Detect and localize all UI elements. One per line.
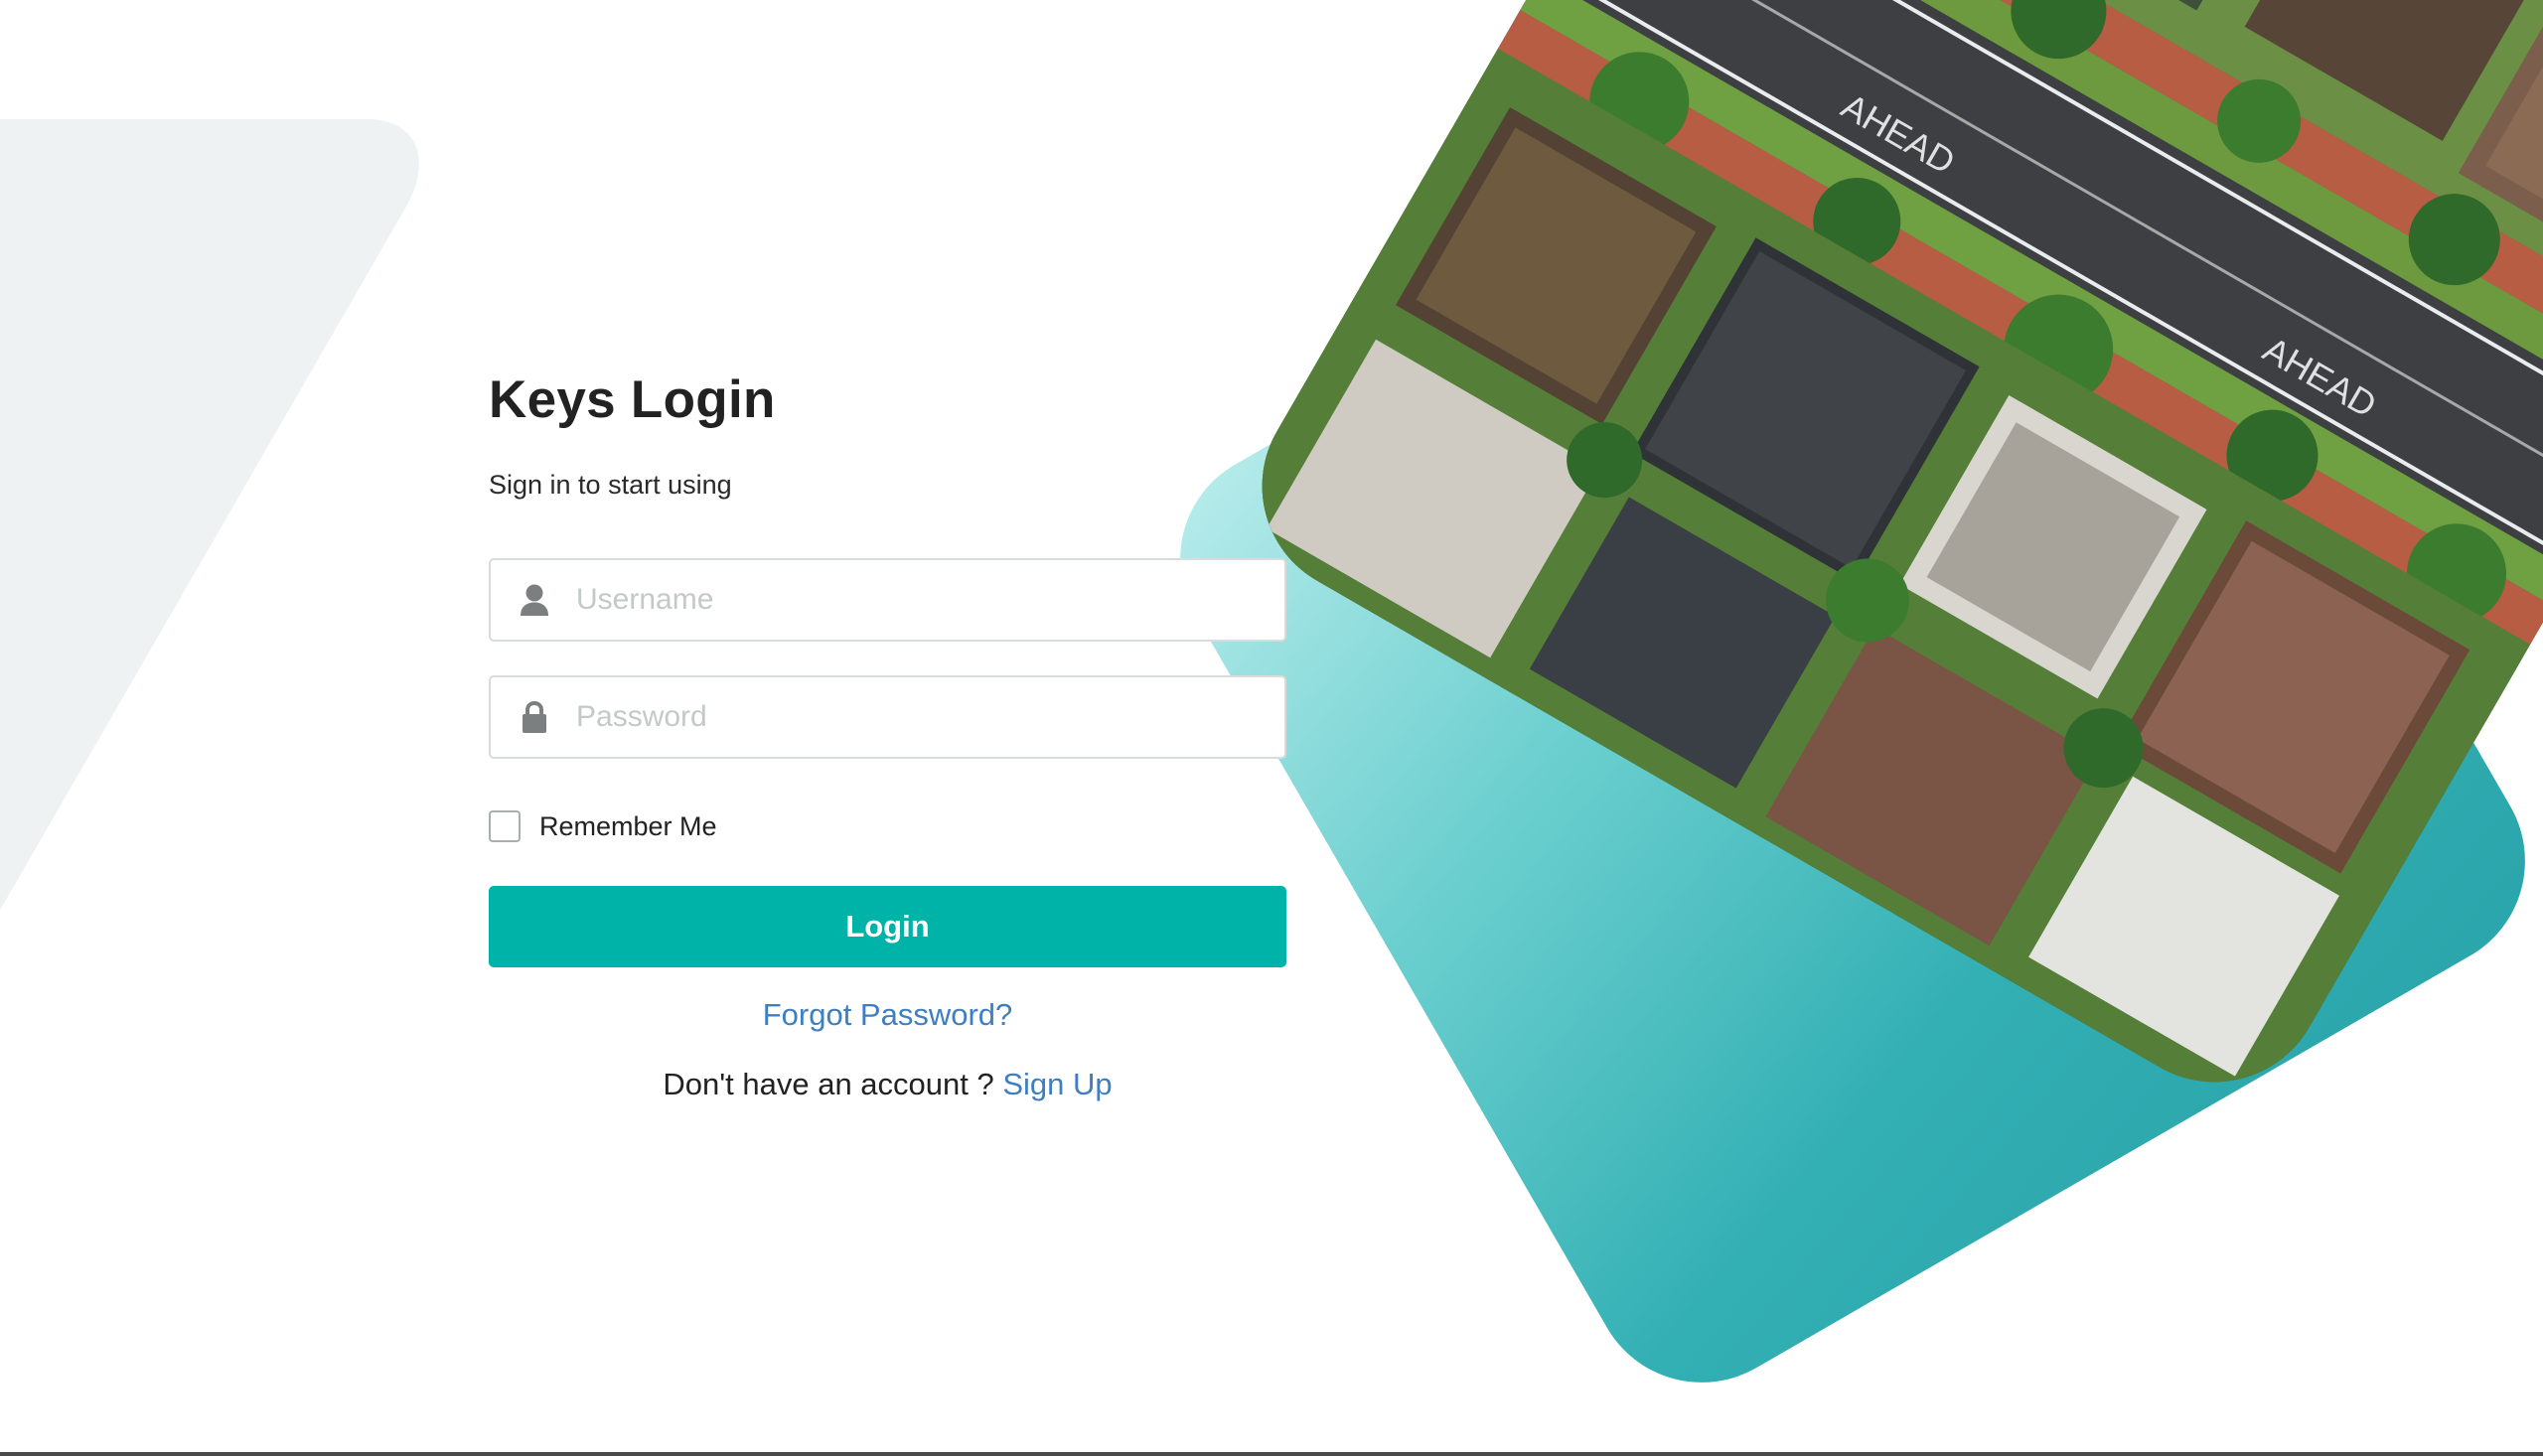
remember-me-checkbox[interactable] [489, 810, 521, 842]
username-input[interactable] [574, 569, 1254, 631]
login-button[interactable]: Login [489, 886, 1286, 967]
signup-row: Don't have an account ? Sign Up [489, 1067, 1286, 1102]
teal-decorative-square [1139, 0, 2543, 1423]
forgot-password-link[interactable]: Forgot Password? [763, 997, 1013, 1032]
page-subtitle: Sign in to start using [489, 470, 732, 500]
signup-prompt: Don't have an account ? [663, 1067, 1003, 1101]
forgot-password-row: Forgot Password? [489, 997, 1286, 1033]
remember-me-row: Remember Me [489, 810, 1288, 842]
signup-link[interactable]: Sign Up [1002, 1067, 1112, 1101]
bottom-divider [0, 1452, 2543, 1456]
lock-icon [517, 699, 552, 735]
password-input[interactable] [574, 686, 1254, 748]
password-field[interactable] [489, 675, 1286, 759]
aerial-neighborhood-photo: AHEAD AHEAD [1222, 0, 2543, 1122]
background-left-shape [0, 119, 457, 1013]
username-field[interactable] [489, 558, 1286, 642]
page-title: Keys Login [489, 370, 776, 429]
remember-me-label[interactable]: Remember Me [539, 811, 717, 842]
svg-text:AHEAD: AHEAD [2257, 329, 2384, 426]
user-icon [517, 582, 552, 618]
svg-text:AHEAD: AHEAD [1835, 85, 1962, 183]
login-panel: Keys Login Sign in to start using Rememb… [489, 373, 1288, 1102]
